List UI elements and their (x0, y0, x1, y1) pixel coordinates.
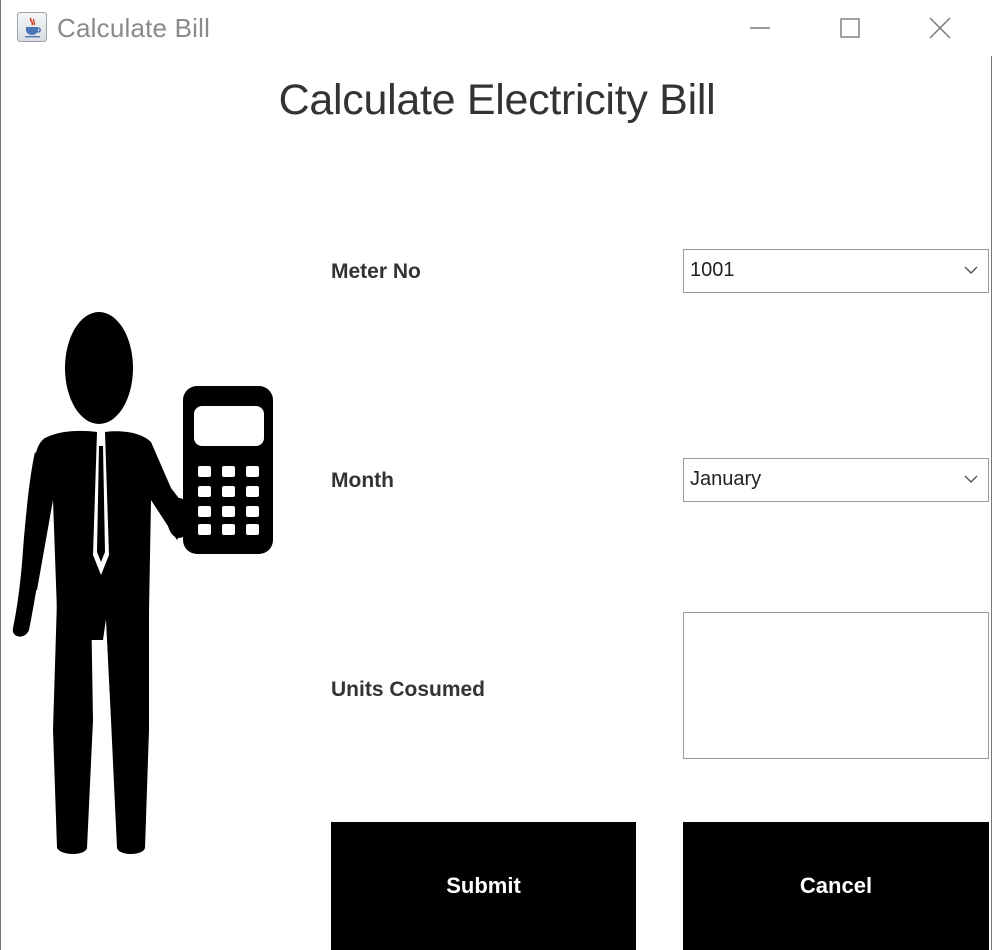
month-value: January (690, 468, 762, 490)
java-cup-icon (17, 12, 47, 42)
man-with-calculator-icon (12, 312, 273, 854)
units-consumed-label: Units Cosumed (331, 678, 486, 701)
cancel-button[interactable]: Cancel (683, 822, 989, 950)
meter-no-label: Meter No (331, 260, 421, 283)
close-icon (929, 17, 951, 39)
minimize-button[interactable] (715, 0, 805, 56)
chevron-down-icon (964, 475, 978, 483)
minimize-icon (750, 27, 770, 29)
page-heading: Calculate Electricity Bill (278, 76, 716, 124)
window-title: Calculate Bill (57, 13, 211, 43)
meter-no-select[interactable]: 1001 (683, 249, 989, 293)
chevron-down-icon (964, 266, 978, 274)
title-bar[interactable]: Calculate Bill (1, 0, 992, 56)
close-button[interactable] (895, 0, 985, 56)
maximize-icon (840, 18, 860, 38)
meter-no-value: 1001 (690, 259, 735, 281)
month-label: Month (331, 469, 394, 492)
maximize-button[interactable] (805, 0, 895, 56)
submit-button[interactable]: Submit (331, 822, 636, 950)
month-select[interactable]: January (683, 458, 989, 502)
units-consumed-input[interactable] (683, 612, 989, 759)
calculate-bill-window: Calculate Bill Calculate Electricity Bil… (0, 0, 992, 950)
